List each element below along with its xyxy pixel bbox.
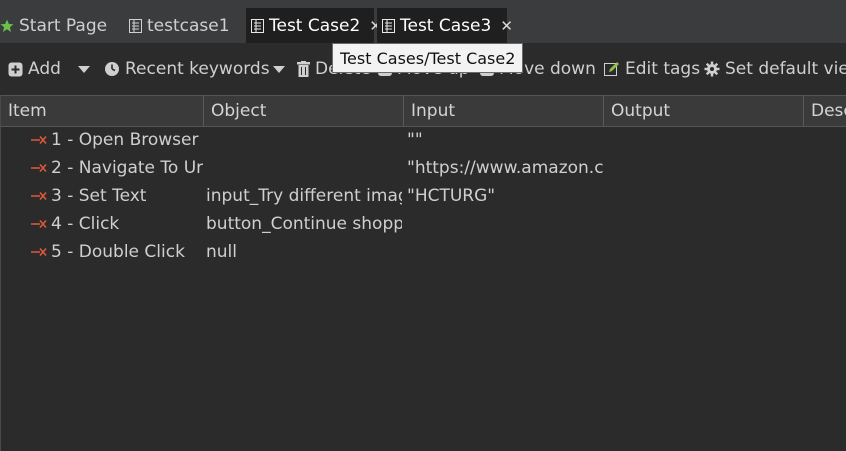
column-header-object[interactable]: Object	[204, 96, 404, 126]
table-row[interactable]: 5 - Double Click null	[1, 238, 846, 266]
add-button[interactable]: Add	[8, 57, 61, 81]
test-steps-table: Item Object Input Output Description 1 -…	[0, 95, 846, 451]
item-cell[interactable]: 5 - Double Click	[31, 238, 203, 266]
tab-test-case2[interactable]: Test Case2 ✕	[246, 8, 382, 43]
recent-keywords-label: Recent keywords	[125, 59, 270, 79]
trash-icon	[297, 61, 310, 77]
add-dropdown[interactable]	[78, 57, 90, 81]
step-icon	[31, 219, 47, 229]
column-header-input[interactable]: Input	[404, 96, 604, 126]
tab-tooltip: Test Cases/Test Case2	[332, 43, 524, 73]
object-cell[interactable]: null	[206, 238, 402, 266]
tab-label: testcase1	[147, 15, 230, 36]
object-cell[interactable]	[206, 126, 402, 154]
tab-test-case3[interactable]: Test Case3 ✕	[377, 8, 513, 43]
edit-tags-icon	[604, 61, 620, 77]
chevron-down-icon	[273, 59, 285, 79]
tab-label: Test Case3	[400, 15, 492, 36]
edit-tags-label: Edit tags	[625, 59, 701, 79]
set-default-view-label: Set default view	[725, 59, 846, 79]
item-cell[interactable]: 2 - Navigate To Url	[31, 154, 203, 182]
column-header-item[interactable]: Item	[1, 96, 204, 126]
column-header-description[interactable]: Description	[804, 96, 846, 126]
add-icon	[8, 62, 23, 77]
table-row[interactable]: 1 - Open Browser ""	[1, 126, 846, 154]
output-cell[interactable]	[607, 154, 803, 182]
table-row[interactable]: 4 - Click button_Continue shopping	[1, 210, 846, 238]
item-label: 3 - Set Text	[51, 186, 147, 206]
add-label: Add	[28, 59, 61, 79]
edit-tags-button[interactable]: Edit tags	[604, 57, 700, 81]
output-cell[interactable]	[607, 126, 803, 154]
testcase-icon	[382, 18, 395, 33]
clock-icon	[104, 61, 120, 77]
step-icon	[31, 135, 47, 145]
set-default-view-button[interactable]: Set default view	[704, 57, 846, 81]
object-cell[interactable]: input_Try different image	[206, 182, 402, 210]
tab-testcase1[interactable]: testcase1	[129, 8, 230, 43]
item-label: 2 - Navigate To Url	[51, 158, 203, 178]
table-row[interactable]: 2 - Navigate To Url "https://www.amazon.…	[1, 154, 846, 182]
input-cell[interactable]: ""	[407, 126, 603, 154]
step-icon	[31, 163, 47, 173]
object-cell[interactable]: button_Continue shopping	[206, 210, 402, 238]
input-cell[interactable]: "HCTURG"	[407, 182, 603, 210]
tab-start-page[interactable]: Start Page	[0, 8, 107, 43]
table-header: Item Object Input Output Description	[1, 95, 846, 127]
item-label: 1 - Open Browser	[51, 130, 199, 150]
item-cell[interactable]: 3 - Set Text	[31, 182, 203, 210]
input-cell[interactable]	[407, 238, 603, 266]
table-row[interactable]: 3 - Set Text input_Try different image "…	[1, 182, 846, 210]
item-cell[interactable]: 4 - Click	[31, 210, 203, 238]
recent-keywords-dropdown[interactable]	[273, 57, 285, 81]
tab-label: Start Page	[19, 15, 108, 36]
output-cell[interactable]	[607, 210, 803, 238]
chevron-down-icon	[78, 59, 90, 79]
item-label: 4 - Click	[51, 214, 120, 234]
output-cell[interactable]	[607, 238, 803, 266]
window-top-strip	[0, 0, 846, 8]
step-icon	[31, 191, 47, 201]
item-label: 5 - Double Click	[51, 242, 185, 262]
output-cell[interactable]	[607, 182, 803, 210]
star-icon	[0, 19, 14, 33]
close-icon[interactable]: ✕	[500, 17, 513, 35]
recent-keywords-button[interactable]: Recent keywords	[104, 57, 270, 81]
tab-label: Test Case2	[269, 15, 361, 36]
editor-tab-bar: Start Page testcase1 Test Case2 ✕ Test C…	[0, 8, 846, 43]
testcase-icon	[251, 18, 264, 33]
item-cell[interactable]: 1 - Open Browser	[31, 126, 203, 154]
gear-icon	[704, 61, 720, 77]
column-header-output[interactable]: Output	[604, 96, 804, 126]
testcase-icon	[129, 18, 142, 33]
input-cell[interactable]	[407, 210, 603, 238]
step-icon	[31, 247, 47, 257]
object-cell[interactable]	[206, 154, 402, 182]
input-cell[interactable]: "https://www.amazon.co	[407, 154, 603, 182]
